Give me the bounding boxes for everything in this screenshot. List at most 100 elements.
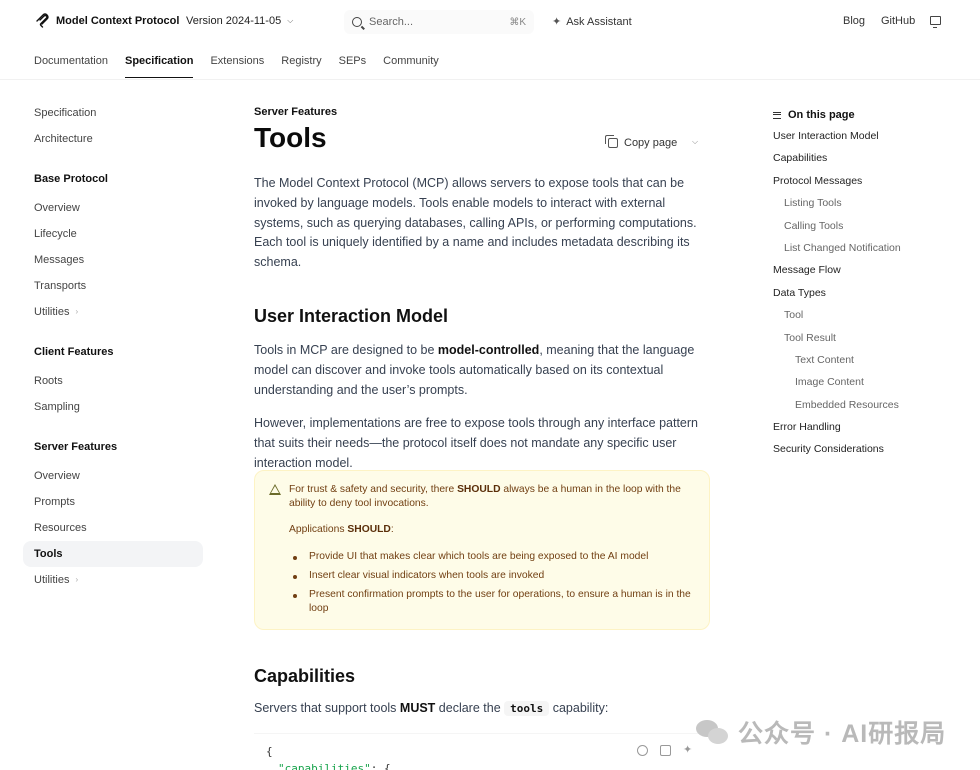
toc-item-embedded-resources[interactable]: Embedded Resources xyxy=(773,394,973,416)
heading-user-interaction-model: User Interaction Model xyxy=(254,305,449,326)
chevron-right-icon: › xyxy=(75,307,79,316)
home-logo-link[interactable]: Model Context Protocol xyxy=(35,13,179,29)
sidebar-item-label: Utilities xyxy=(34,574,70,586)
info-icon[interactable] xyxy=(637,745,648,756)
search-input[interactable]: Search... ⌘K xyxy=(344,10,534,34)
sidebar-item-sampling[interactable]: Sampling xyxy=(23,394,203,420)
sidebar-item-label: Specification xyxy=(34,107,97,119)
sparkle-icon[interactable]: ✦ xyxy=(683,745,694,756)
sidebar-item-label: Lifecycle xyxy=(34,228,77,240)
mcp-logo-icon xyxy=(36,13,49,28)
sidebar-item-resources[interactable]: Resources xyxy=(23,515,203,541)
toc-item-message-flow[interactable]: Message Flow xyxy=(773,259,973,281)
toc-item-text-content[interactable]: Text Content xyxy=(773,349,973,371)
tab-extensions[interactable]: Extensions xyxy=(210,54,264,78)
sidebar-item-architecture[interactable]: Architecture xyxy=(23,126,203,152)
sidebar-item-label: Transports xyxy=(34,280,87,292)
toc-item-capabilities[interactable]: Capabilities xyxy=(773,147,973,169)
main-content: Server Features Tools The Model Context … xyxy=(254,106,710,474)
tab-community[interactable]: Community xyxy=(383,54,439,78)
sidebar-item-label: Utilities xyxy=(34,306,70,318)
sparkle-icon: ✦ xyxy=(552,16,562,28)
nav-tabs: Documentation Specification Extensions R… xyxy=(34,54,456,80)
sidebar-heading-base-protocol: Base Protocol xyxy=(34,173,108,185)
warning-callout: For trust & safety and security, there S… xyxy=(254,470,710,630)
tab-specification[interactable]: Specification xyxy=(125,54,194,78)
tabs-divider xyxy=(0,79,980,80)
top-bar: Model Context Protocol Version 2024-11-0… xyxy=(0,0,980,44)
sidebar-heading-server-features: Server Features xyxy=(34,441,118,453)
intro-paragraph: The Model Context Protocol (MCP) allows … xyxy=(254,176,697,270)
tab-registry[interactable]: Registry xyxy=(281,54,321,78)
watermark: 公众号 · AI研报局 xyxy=(696,714,946,750)
sidebar-item-label: Prompts xyxy=(34,496,75,508)
callout-trust-text: For trust & safety and security, there S… xyxy=(289,484,681,509)
sidebar-item-prompts[interactable]: Prompts xyxy=(23,489,203,515)
github-link[interactable]: GitHub xyxy=(881,15,915,27)
sidebar-item-server-overview[interactable]: Overview xyxy=(23,463,203,489)
sidebar: Specification Architecture Base Protocol… xyxy=(23,100,203,593)
toc-item-tool[interactable]: Tool xyxy=(773,304,973,326)
sidebar-item-label: Overview xyxy=(34,470,80,482)
sidebar-item-roots[interactable]: Roots xyxy=(23,368,203,394)
copy-code-icon[interactable] xyxy=(660,745,671,756)
theme-toggle-icon[interactable] xyxy=(930,16,941,28)
code-line: "capabilities": { xyxy=(278,762,391,770)
tab-documentation[interactable]: Documentation xyxy=(34,54,108,78)
toc-item-security-considerations[interactable]: Security Considerations xyxy=(773,438,973,460)
sidebar-item-specification[interactable]: Specification xyxy=(23,100,203,126)
ask-assistant-label: Ask Assistant xyxy=(566,15,632,28)
warning-icon xyxy=(269,484,281,495)
toc-item-list-changed-notification[interactable]: List Changed Notification xyxy=(773,237,973,259)
capabilities-paragraph: Servers that support tools MUST declare … xyxy=(254,701,609,716)
chevron-down-icon: ⌵ xyxy=(287,16,294,25)
blog-link[interactable]: Blog xyxy=(843,15,865,27)
sidebar-item-label: Overview xyxy=(34,202,80,214)
sidebar-item-label: Messages xyxy=(34,254,85,266)
sidebar-item-overview[interactable]: Overview xyxy=(23,195,203,221)
section-eyebrow: Server Features xyxy=(254,106,338,118)
sidebar-item-server-utilities[interactable]: Utilities › xyxy=(23,567,203,593)
interface-paragraph: However, implementations are free to exp… xyxy=(254,416,699,470)
model-controlled-paragraph: Tools in MCP are designed to be model-co… xyxy=(254,342,695,397)
search-icon xyxy=(352,17,362,27)
sidebar-heading-client-features: Client Features xyxy=(34,346,114,358)
search-placeholder: Search... xyxy=(369,16,414,28)
sidebar-item-tools[interactable]: Tools xyxy=(23,541,203,567)
watermark-text: 公众号 · AI研报局 xyxy=(738,720,947,748)
sidebar-item-label: Architecture xyxy=(34,133,93,145)
list-item: Present confirmation prompts to the user… xyxy=(293,588,693,616)
callout-list: Provide UI that makes clear which tools … xyxy=(293,550,693,621)
page-title: Tools xyxy=(254,122,327,153)
heading-capabilities: Capabilities xyxy=(254,666,356,686)
toc-item-protocol-messages[interactable]: Protocol Messages xyxy=(773,170,973,192)
toc-item-listing-tools[interactable]: Listing Tools xyxy=(773,192,973,214)
toc-item-error-handling[interactable]: Error Handling xyxy=(773,416,973,438)
sidebar-item-lifecycle[interactable]: Lifecycle xyxy=(23,221,203,247)
logo-text: Model Context Protocol xyxy=(56,15,180,27)
toc-item-tool-result[interactable]: Tool Result xyxy=(773,327,973,349)
tab-seps[interactable]: SEPs xyxy=(339,54,367,78)
sidebar-item-label: Resources xyxy=(34,522,87,534)
sidebar-item-utilities[interactable]: Utilities › xyxy=(23,299,203,325)
list-icon xyxy=(773,111,781,119)
toc-item-data-types[interactable]: Data Types xyxy=(773,282,973,304)
list-item: Insert clear visual indicators when tool… xyxy=(293,569,693,583)
version-label: Version 2024-11-05 xyxy=(186,15,282,27)
chevron-right-icon: › xyxy=(75,575,79,584)
list-item: Provide UI that makes clear which tools … xyxy=(293,550,693,564)
code-actions: ✦ xyxy=(637,745,694,756)
sidebar-item-label: Tools xyxy=(34,548,63,560)
sidebar-item-transports[interactable]: Transports xyxy=(23,273,203,299)
toc-heading-label: On this page xyxy=(788,109,855,121)
sidebar-item-label: Roots xyxy=(34,375,63,387)
toc-item-calling-tools[interactable]: Calling Tools xyxy=(773,215,973,237)
sidebar-item-label: Sampling xyxy=(34,401,80,413)
table-of-contents: On this page User Interaction Model Capa… xyxy=(773,108,973,461)
toc-item-user-interaction-model[interactable]: User Interaction Model xyxy=(773,125,973,147)
toc-item-image-content[interactable]: Image Content xyxy=(773,371,973,393)
version-selector[interactable]: Version 2024-11-05 ⌵ xyxy=(186,15,293,27)
toc-heading: On this page xyxy=(773,108,973,122)
ask-assistant-button[interactable]: ✦ Ask Assistant xyxy=(552,15,632,29)
sidebar-item-messages[interactable]: Messages xyxy=(23,247,203,273)
